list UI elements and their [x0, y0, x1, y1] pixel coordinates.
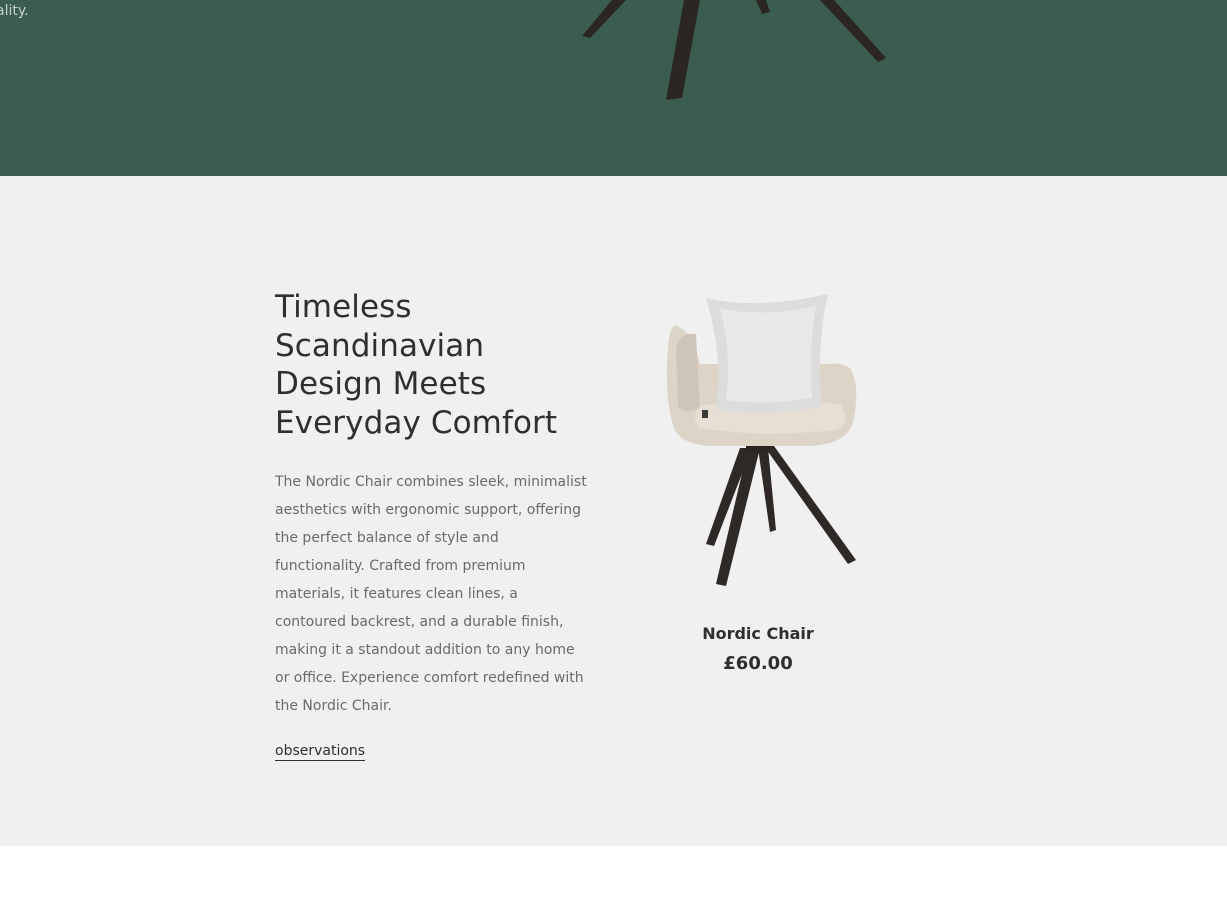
feature-heading: Timeless Scandinavian Design Meets Every…: [275, 289, 558, 441]
product-card[interactable]: Nordic Chair £60.00: [640, 288, 876, 674]
hero-chair-legs-image: [582, 0, 886, 100]
feature-description: The Nordic Chair combines sleek, minimal…: [275, 474, 587, 714]
chair-image[interactable]: [640, 288, 876, 588]
product-price: £60.00: [723, 653, 793, 674]
feature-section: Timeless Scandinavian Design Meets Every…: [0, 176, 1227, 846]
feature-text-column: Timeless Scandinavian Design Meets Every…: [275, 288, 595, 761]
hero-text-fragment: ality.: [0, 3, 29, 19]
hero-section: ality.: [0, 0, 1227, 176]
product-name[interactable]: Nordic Chair: [640, 624, 876, 643]
observations-link[interactable]: observations: [275, 743, 366, 761]
